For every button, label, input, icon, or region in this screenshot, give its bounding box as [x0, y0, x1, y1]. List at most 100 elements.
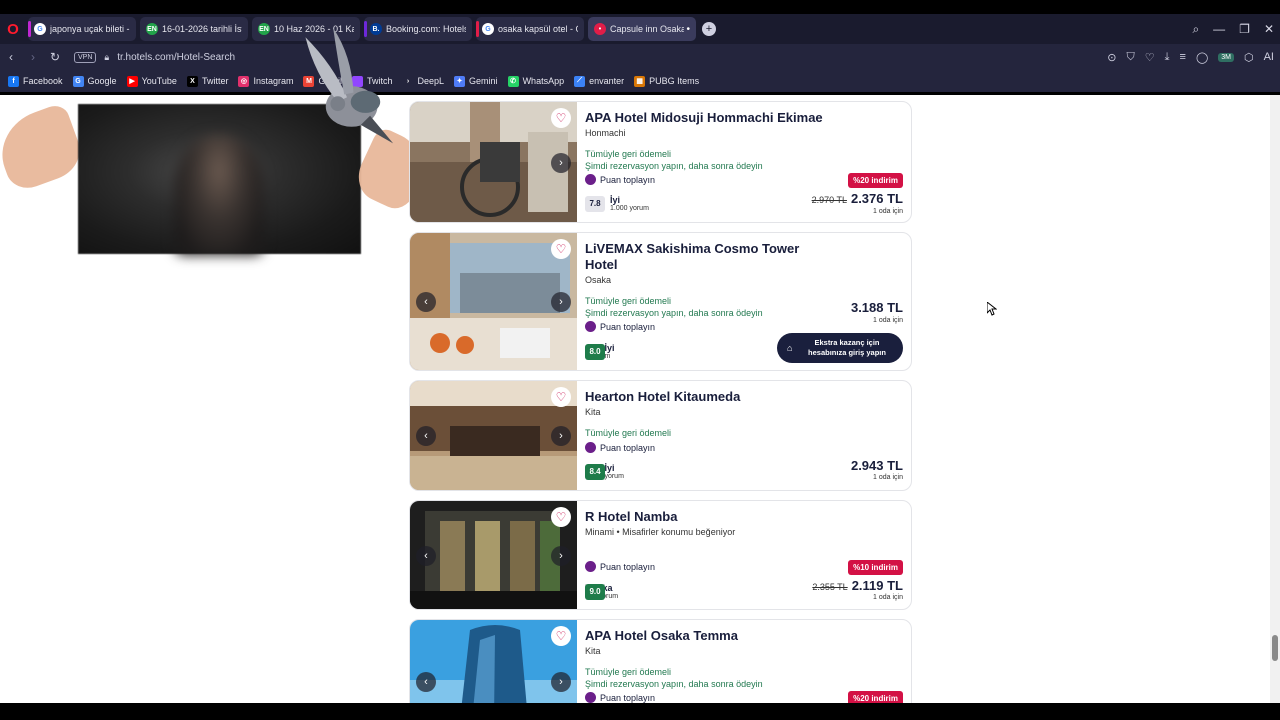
bookmark-icon: ◎ — [238, 75, 250, 87]
hotel-card[interactable]: ♡ › APA Hotel Midosuji Hommachi Ekimae H… — [409, 101, 912, 223]
old-price: 2.355 TL — [812, 582, 848, 592]
shield-icon[interactable]: ⛉ — [1127, 51, 1135, 64]
points-label: Puan toplayın — [585, 692, 655, 703]
tab-favicon-icon: EN — [146, 23, 158, 35]
url-field[interactable]: tr.hotels.com/Hotel-Search — [117, 52, 235, 63]
per-room-text: 1 oda için — [873, 317, 903, 324]
forward-icon[interactable]: › — [22, 50, 44, 64]
scroll-thumb[interactable] — [1272, 635, 1278, 661]
menu-icon[interactable]: ≡ — [1180, 51, 1186, 63]
points-text: Puan toplayın — [600, 561, 656, 572]
prev-photo-icon[interactable]: ‹ — [416, 546, 436, 566]
rating-score: 7.8 — [585, 195, 605, 212]
hotel-card[interactable]: ♡ ‹ › LiVEMAX Sakishima Cosmo Tower Hotel… — [409, 232, 912, 371]
bookmark-google[interactable]: G Google — [72, 75, 117, 87]
opera-logo-icon[interactable]: O — [2, 18, 24, 40]
review-count: 1.000 yorum — [610, 205, 649, 212]
prev-photo-icon[interactable]: ‹ — [416, 426, 436, 446]
old-price: 2.970 TL — [811, 195, 847, 205]
window-controls: ⌕ — ❐ ✕ — [1192, 14, 1274, 44]
bookmark-label: WhatsApp — [522, 76, 565, 86]
hotel-photo[interactable]: ♡ ‹ › — [410, 501, 577, 609]
favorite-heart-icon[interactable]: ♡ — [551, 239, 571, 259]
restore-icon[interactable]: ❐ — [1239, 22, 1250, 36]
minimize-icon[interactable]: — — [1213, 22, 1225, 36]
blurred-person — [174, 135, 264, 255]
next-photo-icon[interactable]: › — [551, 672, 571, 692]
hotel-card[interactable]: ♡ ‹ › APA Hotel Osaka Temma Kita Tümüyle… — [409, 619, 912, 703]
bookmark-twitter[interactable]: X Twitter — [186, 75, 228, 87]
aria-ai-button[interactable]: AI — [1264, 51, 1274, 63]
extensions-icon[interactable]: ⬡ — [1244, 51, 1254, 64]
hotel-card[interactable]: ♡ ‹ › R Hotel Namba Minami • Misafirler … — [409, 500, 912, 610]
tab-group-bar — [476, 21, 479, 37]
browser-tab[interactable]: Gjaponya uçak bileti - Goog — [28, 17, 136, 41]
bookmark-youtube[interactable]: ▶ YouTube — [126, 75, 177, 87]
hotel-photo[interactable]: ♡ ‹ › — [410, 233, 577, 370]
favorite-heart-icon[interactable]: ♡ — [551, 387, 571, 407]
prev-photo-icon[interactable]: ‹ — [416, 292, 436, 312]
hotel-photo[interactable]: ♡ ‹ › — [410, 620, 577, 703]
login-line1: Ekstra kazanç için — [814, 338, 880, 347]
hotel-name[interactable]: APA Hotel Midosuji Hommachi Ekimae — [585, 110, 823, 126]
bookmark-icon: ✆ — [507, 75, 519, 87]
scrollbar[interactable] — [1270, 95, 1280, 703]
hotel-name[interactable]: Hearton Hotel Kitaumeda — [585, 389, 740, 405]
hotel-photo[interactable]: ♡ ‹ › — [410, 381, 577, 490]
bookmark-envanter[interactable]: ⟋ envanter — [574, 75, 624, 87]
hotel-photo[interactable]: ♡ › — [410, 102, 577, 222]
next-photo-icon[interactable]: › — [551, 546, 571, 566]
favorite-heart-icon[interactable]: ♡ — [551, 507, 571, 527]
favorite-heart-icon[interactable]: ♡ — [551, 108, 571, 128]
hotel-card[interactable]: ♡ ‹ › Hearton Hotel Kitaumeda Kita Tümüy… — [409, 380, 912, 491]
hotel-name[interactable]: LiVEMAX Sakishima Cosmo Tower Hotel — [585, 241, 799, 273]
current-price: 2.376 TL — [850, 191, 903, 206]
vpn-badge[interactable]: VPN — [74, 51, 97, 63]
bookmark-icon: X — [186, 75, 198, 87]
profile-icon[interactable]: ◯ — [1196, 51, 1208, 64]
next-photo-icon[interactable]: › — [551, 153, 571, 173]
bookmark-facebook[interactable]: f Facebook — [8, 75, 63, 87]
back-icon[interactable]: ‹ — [0, 50, 22, 64]
login-for-extra-button[interactable]: ⌂ Ekstra kazanç için hesabınıza giriş yapı… — [777, 333, 903, 363]
bookmark-gemini[interactable]: ✦ Gemini — [454, 75, 498, 87]
bookmark-pubg-items[interactable]: ▦ PUBG Items — [634, 75, 699, 87]
heart-icon[interactable]: ♡ — [1145, 51, 1155, 64]
hotel-name[interactable]: R Hotel Namba — [585, 509, 677, 525]
search-tabs-icon[interactable]: ⌕ — [1192, 22, 1199, 37]
points-icon — [585, 442, 596, 453]
new-tab-icon[interactable]: + — [702, 22, 716, 36]
reload-icon[interactable]: ↻ — [44, 50, 66, 64]
lock-icon[interactable]: 🔒︎ — [104, 52, 109, 63]
browser-tab[interactable]: EN 16-01-2026 tarihli İstanbu — [140, 17, 248, 41]
bookmark-instagram[interactable]: ◎ Instagram — [238, 75, 294, 87]
bookmark-label: Instagram — [253, 76, 294, 86]
camera-icon[interactable]: ⊙ — [1107, 51, 1116, 64]
bookmark-icon: ▦ — [634, 75, 646, 87]
bookmark-label: Gemini — [469, 76, 498, 86]
browser-tab[interactable]: •Capsule inn Osaka - Cate• — [588, 17, 696, 41]
browser-tab[interactable]: Gosaka kapsül otel - Googl — [476, 17, 584, 41]
tab-title: osaka kapsül otel - Googl — [498, 24, 578, 34]
bookmark-deepl[interactable]: › DeepL — [402, 75, 444, 87]
rating-score: 9.0 — [585, 583, 605, 600]
hotel-info: R Hotel Namba Minami • Misafirler konumu… — [585, 501, 903, 609]
favorite-heart-icon[interactable]: ♡ — [551, 626, 571, 646]
toolbar-right: ⊙ ⛉ ♡ ⤓ ≡ ◯ 3M ⬡ AI — [1107, 44, 1274, 70]
hotel-name-line1: LiVEMAX Sakishima Cosmo Tower — [585, 241, 800, 256]
extension-badge[interactable]: 3M — [1218, 52, 1234, 62]
refund-text: Tümüyle geri ödemeli — [585, 667, 672, 677]
rating: 8.4 Çok İyi1.001 yorum — [585, 463, 624, 480]
prev-photo-icon[interactable]: ‹ — [416, 672, 436, 692]
bookmark-whatsapp[interactable]: ✆ WhatsApp — [507, 75, 565, 87]
current-price: 2.943 TL — [850, 458, 903, 473]
download-icon[interactable]: ⤓ — [1165, 51, 1170, 64]
rating-score: 8.4 — [585, 463, 605, 480]
discount-badge: %20 indirim — [848, 691, 903, 703]
hotel-name[interactable]: APA Hotel Osaka Temma — [585, 628, 738, 644]
points-label: Puan toplayın — [585, 321, 655, 332]
tab-title: 16-01-2026 tarihli İstanbu — [162, 24, 242, 34]
next-photo-icon[interactable]: › — [551, 426, 571, 446]
next-photo-icon[interactable]: › — [551, 292, 571, 312]
close-icon[interactable]: ✕ — [1264, 22, 1274, 36]
